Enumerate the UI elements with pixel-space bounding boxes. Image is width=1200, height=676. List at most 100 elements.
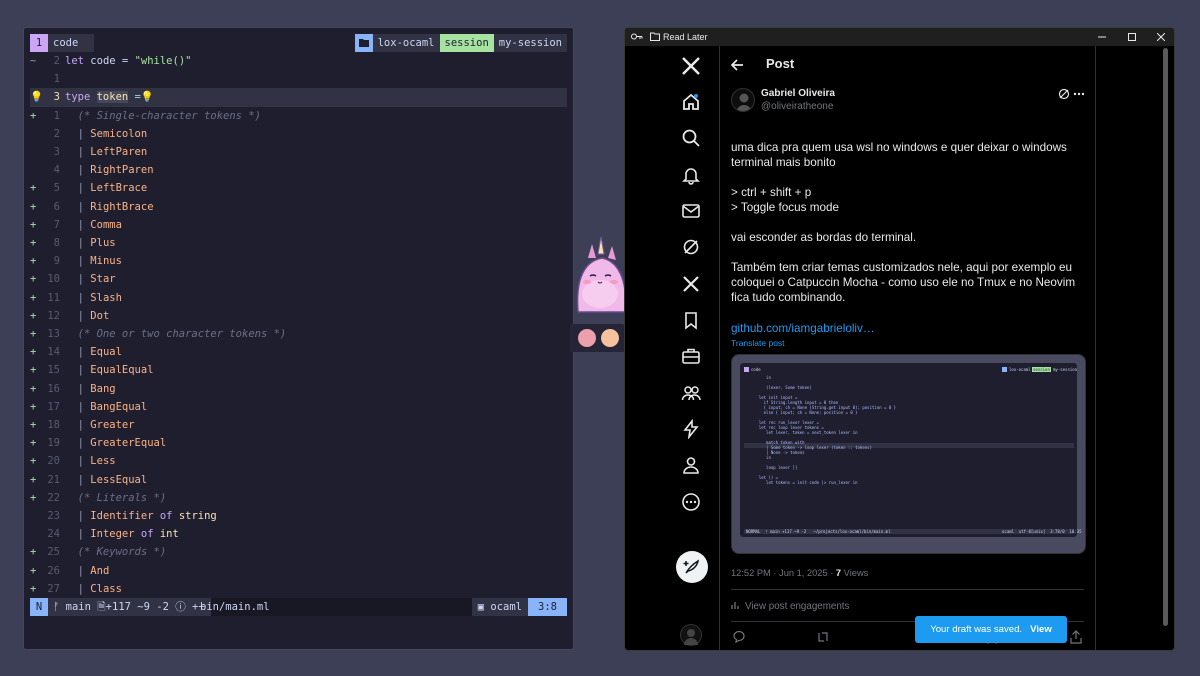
editor-statusline: N ᚠ main 🗎+117 ~9 -2 ⓘ ++ bin/main.ml ▣ … <box>30 598 567 616</box>
home-icon[interactable] <box>681 92 703 114</box>
account-avatar[interactable] <box>680 624 702 646</box>
code-token: LeftParen <box>90 146 148 158</box>
code-line[interactable]: +6 | RightBrace <box>30 198 567 216</box>
communities-icon[interactable] <box>681 383 703 405</box>
line-number: 3 <box>53 91 60 104</box>
feather-plus-icon <box>683 559 700 574</box>
browser-window[interactable]: Read Later Post Gabriel Oliveira @olivei… <box>624 27 1175 651</box>
back-arrow-icon[interactable] <box>730 58 744 72</box>
bookmarks-icon[interactable] <box>681 310 703 332</box>
code-token: Dot <box>90 309 110 322</box>
code-line[interactable]: 4 | RightParen <box>30 161 567 179</box>
terminal-window[interactable]: 1 code lox-ocaml session my-session ~2 le… <box>23 27 574 650</box>
grok-icon[interactable] <box>681 237 703 259</box>
post-time[interactable]: 12:52 PM · Jun 1, 2025 · <box>731 568 836 578</box>
code-line[interactable]: +17 | BangEqual <box>30 398 567 416</box>
code-line[interactable]: +9 | Minus <box>30 252 567 270</box>
code-token: Identifier <box>90 510 160 522</box>
verified-orgs-icon[interactable] <box>681 419 703 441</box>
code-line[interactable]: +16 | Bang <box>30 380 567 398</box>
code-line[interactable]: +18 | Greater <box>30 416 567 434</box>
embed-tab-name: code <box>751 367 761 372</box>
maximize-button[interactable] <box>1117 28 1147 46</box>
editor-buffer[interactable]: ~2 let code = "while()" 1 💡 3 type token =💡 +1… <box>30 52 567 598</box>
unicorn-cat-sticker <box>570 232 628 314</box>
embedded-terminal-screenshot: code lox-ocaml session my-session in (le… <box>740 363 1081 537</box>
code-text: | Minus <box>65 252 122 270</box>
folder-icon <box>354 34 373 52</box>
notifications-icon[interactable] <box>681 165 703 187</box>
code-token: | <box>65 127 91 140</box>
code-line[interactable]: +20 | Less <box>30 452 567 470</box>
tmux-window-index[interactable]: 1 <box>30 34 48 52</box>
close-button[interactable] <box>1146 28 1174 46</box>
tmux-window-name[interactable]: code <box>48 34 94 52</box>
code-line[interactable]: ~2 let code = "while()" <box>30 52 567 70</box>
post-more-icon[interactable] <box>1073 92 1085 96</box>
post-engagements-link[interactable]: View post engagements <box>731 600 849 612</box>
code-line[interactable]: +14 | Equal <box>30 343 567 361</box>
code-line[interactable]: 2 | Semicolon <box>30 125 567 143</box>
jobs-icon[interactable] <box>681 346 703 368</box>
messages-icon[interactable] <box>681 201 703 223</box>
code-line[interactable]: +25 (* Keywords *) <box>30 543 567 561</box>
author-avatar[interactable] <box>731 88 755 112</box>
code-token: BangEqual <box>90 400 148 413</box>
code-token: of <box>159 510 179 522</box>
code-line[interactable]: 💡 3 type token =💡 <box>30 88 567 107</box>
code-text: | RightParen <box>65 161 154 179</box>
code-token: | <box>65 419 91 431</box>
code-line[interactable]: +1 (* Single-character tokens *) <box>30 107 567 125</box>
code-token: Plus <box>90 237 116 249</box>
compose-post-button[interactable] <box>676 551 708 583</box>
code-line[interactable]: +15 | EqualEqual <box>30 361 567 379</box>
repost-icon[interactable] <box>816 630 830 644</box>
author-name[interactable]: Gabriel Oliveira <box>761 88 835 99</box>
code-line[interactable]: +21 | LessEqual <box>30 471 567 489</box>
code-line[interactable]: +22 (* Literals *) <box>30 489 567 507</box>
toast-view-button[interactable]: View <box>1030 624 1052 635</box>
post-image[interactable]: code lox-ocaml session my-session in (le… <box>731 354 1086 554</box>
minimize-button[interactable] <box>1087 28 1117 46</box>
code-line[interactable]: +7 | Comma <box>30 216 567 234</box>
search-icon[interactable] <box>681 128 703 150</box>
code-line[interactable]: +19 | GreaterEqual <box>30 434 567 452</box>
code-line[interactable]: 1 <box>30 70 567 88</box>
code-line[interactable]: +27 | Class <box>30 580 567 598</box>
code-line[interactable]: +5 | LeftBrace <box>30 179 567 197</box>
code-token: (* Literals *) <box>65 491 167 504</box>
code-line[interactable]: +13 (* One or two character tokens *) <box>30 325 567 343</box>
author-handle[interactable]: @oliveiratheone <box>761 101 833 112</box>
code-text: | Dot <box>65 307 110 325</box>
code-line[interactable]: +8 | Plus <box>30 234 567 252</box>
premium-x-icon[interactable] <box>681 274 703 296</box>
reply-icon[interactable] <box>732 630 746 644</box>
x-logo-icon[interactable] <box>681 56 703 78</box>
code-line[interactable]: +11 | Slash <box>30 289 567 307</box>
code-line[interactable]: +10 | Star <box>30 270 567 288</box>
code-line[interactable]: +12 | Dot <box>30 307 567 325</box>
post-paragraph: > ctrl + shift + p <box>731 186 812 199</box>
post-detail-column: Post Gabriel Oliveira @oliveiratheone um… <box>720 46 1096 650</box>
post-link[interactable]: github.com/iamgabrieloliv… <box>731 322 875 335</box>
line-number: 8 <box>53 237 60 249</box>
profile-icon[interactable] <box>681 455 703 477</box>
more-icon[interactable] <box>681 492 703 514</box>
code-text: | And <box>65 562 110 580</box>
code-text: | Equal <box>65 343 122 361</box>
line-number: 2 <box>53 55 60 67</box>
code-token: | <box>65 346 91 359</box>
embed-code: in (lexer, Some token) let init input = … <box>758 375 897 485</box>
code-text: type token =💡 <box>65 88 154 106</box>
code-line[interactable]: 24 | Integer of int <box>30 525 567 543</box>
code-token: Integer <box>90 528 141 541</box>
code-token: | <box>65 291 91 304</box>
code-line[interactable]: +26 | And <box>30 562 567 580</box>
share-icon[interactable] <box>1069 630 1083 644</box>
scrollbar[interactable] <box>1163 48 1168 626</box>
translate-post-link[interactable]: Translate post <box>731 338 785 348</box>
code-token: | <box>65 455 91 468</box>
code-line[interactable]: 23 | Identifier of string <box>30 507 567 525</box>
code-line[interactable]: 3 | LeftParen <box>30 143 567 161</box>
grok-explain-icon[interactable] <box>1058 88 1070 100</box>
